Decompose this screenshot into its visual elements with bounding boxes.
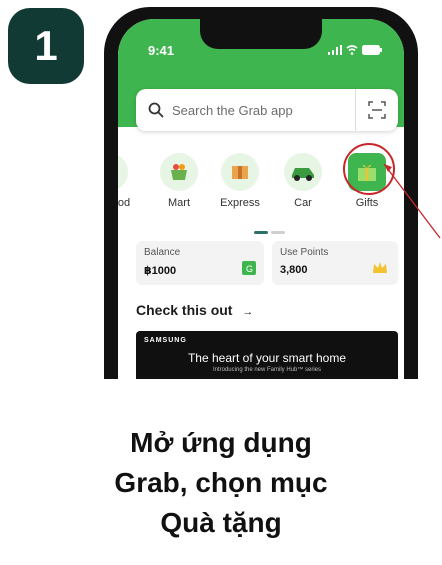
express-icon bbox=[221, 153, 259, 191]
status-icons bbox=[328, 45, 382, 55]
search-bar[interactable]: Search the Grab app bbox=[136, 89, 398, 131]
battery-icon bbox=[362, 45, 382, 55]
food-icon bbox=[118, 153, 128, 191]
phone-side-button bbox=[104, 101, 110, 127]
service-label: Mart bbox=[168, 197, 190, 209]
svg-text:G: G bbox=[246, 264, 253, 274]
banner-headline: The heart of your smart home bbox=[187, 351, 347, 365]
service-express[interactable]: Express bbox=[209, 153, 271, 209]
signal-icon bbox=[328, 45, 342, 55]
wifi-icon bbox=[346, 45, 358, 55]
promo-banner[interactable]: SAMSUNG The heart of your smart home Int… bbox=[136, 331, 398, 379]
phone-notch bbox=[200, 19, 322, 49]
wallet-icon: G bbox=[242, 261, 256, 275]
mart-icon bbox=[160, 153, 198, 191]
pager-dot-active bbox=[254, 231, 268, 234]
scan-icon bbox=[368, 101, 386, 119]
caption-line: Grab, chọn mục bbox=[114, 467, 328, 498]
points-title: Use Points bbox=[280, 247, 329, 258]
carousel-pager bbox=[254, 231, 285, 234]
service-label: od bbox=[118, 197, 131, 209]
section-title-text: Check this out bbox=[136, 302, 233, 318]
points-value: 3,800 bbox=[280, 264, 308, 276]
balance-title: Balance bbox=[144, 247, 181, 258]
status-time: 9:41 bbox=[148, 43, 175, 58]
service-mart[interactable]: Mart bbox=[148, 153, 210, 209]
pointer-line bbox=[383, 163, 441, 239]
service-label: Car bbox=[294, 197, 312, 209]
service-car[interactable]: Car bbox=[272, 153, 334, 209]
balance-card[interactable]: Balance ฿1000 G bbox=[136, 241, 264, 285]
pager-dot bbox=[271, 231, 285, 234]
search-icon bbox=[148, 102, 164, 118]
balance-value: ฿1000 bbox=[144, 265, 177, 277]
service-food[interactable]: od bbox=[118, 153, 140, 209]
search-placeholder[interactable]: Search the Grab app bbox=[172, 103, 293, 118]
step-number-badge: 1 bbox=[8, 8, 84, 84]
phone-side-button bbox=[104, 175, 110, 209]
car-icon bbox=[284, 153, 322, 191]
phone-mockup: 9:41 Search the Grab app od Mart Express… bbox=[104, 7, 418, 379]
banner-brand: SAMSUNG bbox=[144, 337, 187, 344]
phone-screen: 9:41 Search the Grab app od Mart Express… bbox=[118, 19, 404, 379]
caption-line: Quà tặng bbox=[160, 507, 282, 538]
caption-line: Mở ứng dụng bbox=[130, 427, 312, 458]
scan-button[interactable] bbox=[355, 89, 398, 131]
caption: Mở ứng dụng Grab, chọn mục Quà tặng bbox=[0, 423, 442, 543]
points-card[interactable]: Use Points 3,800 bbox=[272, 241, 398, 285]
step-number: 1 bbox=[34, 22, 58, 69]
banner-subline: Introducing the new Family Hub™ series bbox=[212, 367, 322, 373]
arrow-right-icon: → bbox=[242, 306, 254, 318]
section-title[interactable]: Check this out → bbox=[136, 302, 253, 318]
crown-icon bbox=[373, 262, 387, 273]
service-shortcuts: od Mart Express Car Gifts bbox=[118, 143, 404, 215]
phone-side-button bbox=[104, 135, 110, 169]
service-label: Express bbox=[220, 197, 260, 209]
